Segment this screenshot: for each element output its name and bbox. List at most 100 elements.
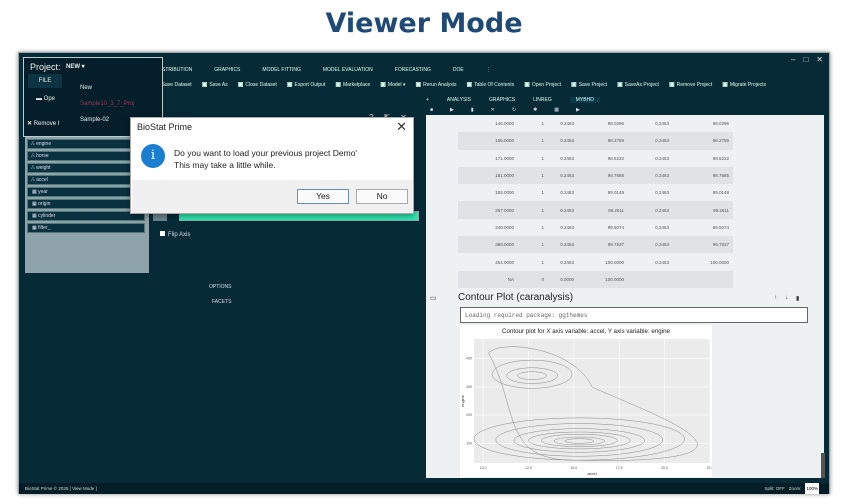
variable-item[interactable]: ▦ cylinder — [27, 211, 145, 221]
toolbar-button[interactable]: ▣ SaveAs Project — [617, 81, 659, 88]
table-cell: 183.0000 — [495, 190, 514, 196]
output-tab[interactable]: + — [426, 97, 429, 103]
window-controls: – □ ✕ — [791, 55, 823, 64]
toolbar-button[interactable]: ▣ Model ▾ — [380, 81, 405, 88]
table-cell: 0.2463 — [655, 173, 669, 179]
table-cell: 99.2611 — [608, 207, 624, 213]
x-tick-label: 20.0 — [661, 466, 668, 470]
table-cell: 0.2463 — [560, 259, 574, 265]
output-tab[interactable]: GRAPHICS — [489, 97, 515, 103]
project-option-new[interactable]: New — [80, 85, 92, 91]
page-title: Viewer Mode — [325, 8, 523, 39]
grid-icon[interactable]: ▦ — [554, 107, 559, 113]
move-down-icon[interactable]: ↓ — [785, 295, 788, 302]
zoom-label: Zoom: — [788, 486, 802, 491]
minimize-button[interactable]: – — [791, 55, 795, 64]
toolbar-button[interactable]: ▣ Marketplace — [335, 81, 370, 88]
flip-axis-checkbox[interactable]: Flip Axis — [160, 231, 190, 238]
table-cell: 340.0000 — [495, 224, 514, 230]
close-window-button[interactable]: ✕ — [816, 55, 823, 64]
toolbar-button[interactable]: ▣ Table Of Contents — [466, 81, 514, 88]
variable-item[interactable]: ▦ filter_ — [27, 223, 145, 233]
variable-item[interactable]: ⁄ₛ weight — [27, 163, 145, 173]
output-tab[interactable]: ANALYSIS — [447, 97, 471, 103]
zoom-input[interactable]: 100% — [805, 483, 819, 494]
toolbar-button[interactable]: ▣ Export Output — [287, 81, 326, 88]
move-up-icon[interactable]: ↑ — [774, 295, 777, 302]
facets-section[interactable]: FACETS — [212, 299, 231, 305]
table-cell: NA — [507, 276, 514, 282]
dialog-message: Do you want to load your previous projec… — [174, 147, 357, 171]
toolbar-label: Export Output — [294, 82, 326, 88]
trash-icon[interactable]: ▮ — [796, 295, 799, 302]
close-icon[interactable]: ✕ — [491, 107, 495, 113]
project-option-sample02[interactable]: Sample-02 — [80, 117, 109, 123]
nav-item[interactable]: DOE — [453, 67, 464, 73]
delete-icon[interactable]: ▮ — [471, 107, 474, 113]
toolbar-button[interactable]: ▣ Save As — [202, 81, 228, 88]
toolbar-label: Migrate Projects — [729, 82, 766, 88]
table-cell: 454.0000 — [495, 259, 514, 265]
remove-menu-item[interactable]: ✕ Remove I — [27, 120, 59, 127]
refresh-icon[interactable]: ↻ — [512, 107, 516, 113]
table-cell: 99.7537 — [712, 242, 729, 248]
table-cell: 0.2463 — [560, 155, 574, 161]
table-row: 340.0000 1 0.2463 99.5074 0.2463 99.5074 — [458, 219, 733, 236]
yes-button[interactable]: Yes — [297, 189, 349, 204]
toolbar-button[interactable]: ▣ Close Dataset — [238, 81, 277, 88]
x-tick-label: 22.5 — [707, 466, 712, 470]
table-row: 146.0000 1 0.2463 98.0296 0.2463 98.0296 — [458, 115, 733, 132]
export-icon[interactable]: ▶ — [450, 107, 454, 113]
maximize-button[interactable]: □ — [803, 55, 808, 64]
table-cell: 100.0000 — [710, 259, 729, 265]
toolbar-button[interactable]: ▣ Rerun Analysis — [415, 81, 456, 88]
toolbar-button[interactable]: ▣ Save Project — [571, 81, 607, 88]
table-cell: 100.0000 — [605, 259, 624, 265]
settings-icon[interactable]: ✱ — [533, 107, 537, 113]
variable-item[interactable]: ⁄ₛ horse — [27, 151, 145, 161]
options-section[interactable]: OPTIONS — [209, 284, 232, 290]
toolbar-label: Model ▾ — [387, 82, 406, 88]
table-row: NA 0 0.0000 100.0000 — [458, 270, 733, 288]
project-select[interactable]: NEW ▾ — [66, 63, 85, 70]
scrollbar[interactable] — [821, 453, 825, 478]
nav-item[interactable]: MODEL FITTING — [262, 67, 300, 73]
nav-item[interactable]: GRAPHICS — [214, 67, 240, 73]
nav-item[interactable]: MODEL EVALUATION — [323, 67, 373, 73]
no-button[interactable]: No — [356, 189, 408, 204]
nav-item[interactable]: FORECASTING — [395, 67, 431, 73]
toolbar-button[interactable]: ▣ Open Project — [524, 81, 561, 88]
table-cell: 99.5074 — [607, 224, 624, 230]
table-cell: 0.2463 — [560, 207, 574, 213]
variable-item[interactable]: ⁄ₛ engine — [27, 139, 145, 149]
results-table: 146.0000 1 0.2463 98.0296 0.2463 98.0296 155.0… — [458, 115, 733, 288]
project-option-sample10[interactable]: Sample10_3_7_Proj — [80, 101, 134, 107]
variable-item[interactable]: ▦ origin — [27, 199, 145, 209]
file-tab[interactable]: FILE — [28, 74, 62, 88]
variable-item[interactable]: ▦ year — [27, 187, 145, 197]
nav-item[interactable]: ⋮ — [486, 67, 491, 73]
output-tab[interactable]: LINREG — [533, 97, 552, 103]
table-cell: 171.0000 — [495, 155, 514, 161]
output-tab[interactable]: MYBHD — [569, 97, 600, 103]
open-menu-item[interactable]: ▬ Ope — [36, 96, 55, 102]
table-cell: 99.2611 — [713, 207, 729, 213]
save-icon[interactable]: ■ — [430, 107, 433, 113]
table-cell: 0.2463 — [655, 259, 669, 265]
table-cell: 99.0148 — [607, 190, 624, 196]
chart-title: Contour plot for X axis variable: accel,… — [502, 328, 671, 335]
variable-item[interactable]: ⁄ₛ accel — [27, 175, 145, 185]
block-controls: ↑ ↓ ▮ — [774, 295, 799, 302]
collapse-icon[interactable]: ▭ — [430, 294, 437, 302]
table-cell: 1 — [541, 121, 544, 127]
export2-icon[interactable]: ▶ — [576, 107, 580, 113]
dialog-close-button[interactable]: ✕ — [396, 119, 407, 135]
status-left: BioStat Prime © 2025 [ View Mode ] — [25, 486, 97, 491]
toolbar-button[interactable]: ▣ Migrate Projects — [722, 81, 766, 88]
toolbar-label: Save Project — [578, 82, 608, 88]
toolbar-button[interactable]: ▣ Remove Project — [669, 81, 712, 88]
table-cell: 155.0000 — [495, 138, 514, 144]
y-tick-label: 300 — [466, 385, 472, 389]
toolbar-icon: ▣ — [237, 82, 244, 88]
toolbar-icon: ▣ — [335, 82, 342, 88]
